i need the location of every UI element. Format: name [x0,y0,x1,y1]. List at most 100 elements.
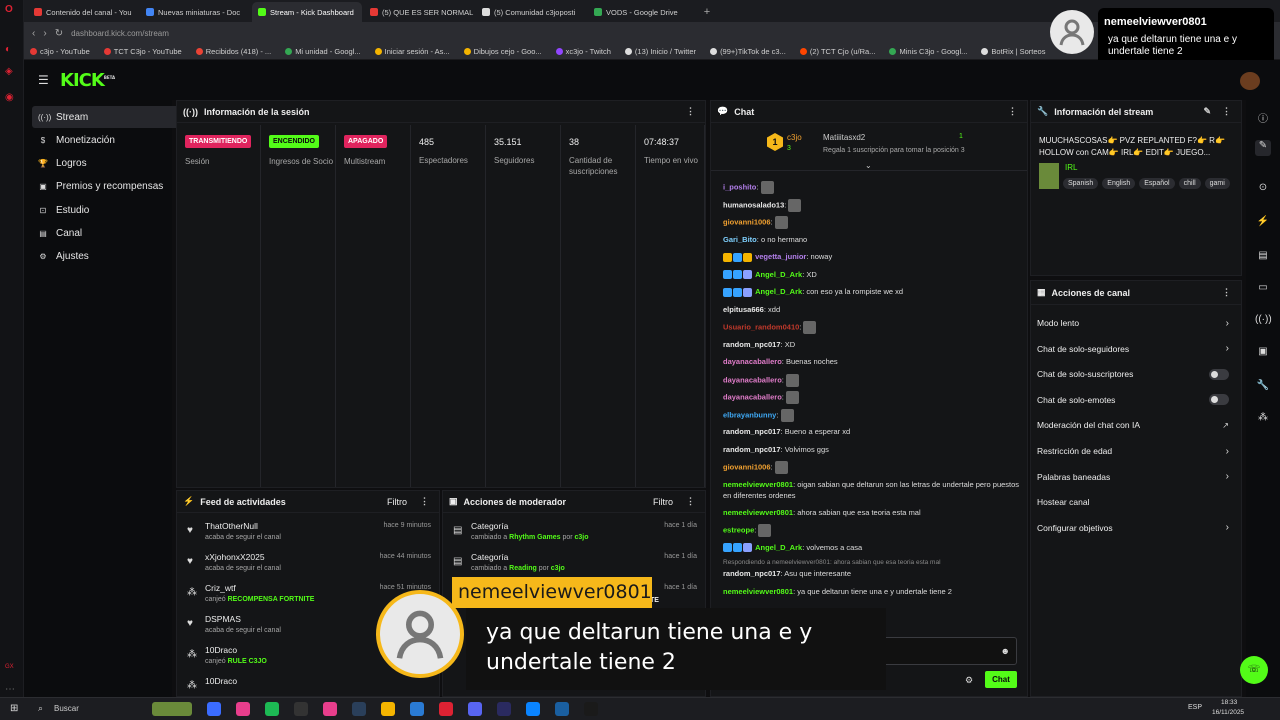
chat-message[interactable]: random_npc017: Asu que interesante [723,568,1023,579]
more-options-icon[interactable]: ⋮ [686,106,695,117]
chat-username[interactable]: random_npc017 [723,569,781,578]
chat-username[interactable]: giovanni1006 [723,217,771,226]
emoji-icon[interactable]: ☻ [1001,646,1010,656]
chat-username[interactable]: giovanni1006 [723,462,771,471]
sliders-icon[interactable]: ⁂ [1255,412,1271,428]
chat-message[interactable]: i_poshito: [723,181,1023,194]
chat-username[interactable]: Angel_D_Ark [755,270,802,279]
bookmark-item[interactable]: Dibujos cejo - Goo... [463,47,542,56]
edit-icon[interactable]: ✎ [1203,106,1211,117]
chat-username[interactable]: elbrayanbunny [723,410,776,419]
target-icon[interactable]: ⊙ [1255,182,1271,198]
sidebar-app-icon[interactable]: ◐ [5,44,19,58]
category-link[interactable]: Rhythm Games [509,534,560,541]
windows-start-icon[interactable]: ⊞ [10,703,18,714]
category-link[interactable]: Reading [509,565,537,572]
more-options-icon[interactable]: ⋮ [420,496,429,507]
sidebar-more-icon[interactable]: GX [5,664,19,678]
search-icon[interactable]: ⌕ [38,703,43,714]
sidebar-item-premios-y-recompensas[interactable]: ▣ Premios y recompensas [32,176,191,198]
steam-icon[interactable] [352,702,366,716]
bookmark-item[interactable]: Iniciar sesión - As... [374,47,450,56]
chat-username[interactable]: dayanacaballero [723,357,782,366]
premiere-icon[interactable] [497,702,511,716]
send-chat-button[interactable]: Chat [985,671,1017,688]
stream-tag[interactable]: gami [1204,178,1230,189]
clock-time[interactable]: 18:33 [1221,699,1237,706]
more-options-icon[interactable]: ⋮ [1222,287,1231,298]
bookmark-item[interactable]: Recibidos (418) - ... [195,47,271,56]
moderator-name[interactable]: c3jo [551,565,565,572]
chat-message[interactable]: elpitusa666: xdd [723,304,1023,315]
chat-message[interactable]: dayanacaballero: Buenas noches [723,356,1023,367]
bookmark-item[interactable]: Mi unidad - Googl... [285,47,361,56]
stream-tag[interactable]: Español [1139,178,1175,189]
language-indicator[interactable]: ESP [1188,704,1202,711]
taskbar-search[interactable]: Buscar [54,704,79,713]
file-explorer-icon[interactable] [381,702,395,716]
info-icon[interactable]: ⓘ [1255,110,1271,126]
bookmark-item[interactable]: xc3jo - Twitch [555,47,611,56]
opera-icon[interactable] [439,702,453,716]
bookmark-item[interactable]: c3jo - YouTube [30,47,90,56]
chat-message[interactable]: estreope: [723,524,1023,537]
channel-action-chat-de-solo-seguidores[interactable]: Chat de solo-seguidores › [1037,341,1235,357]
chat-username[interactable]: Angel_D_Ark [755,543,802,552]
new-tab-button[interactable]: + [700,5,714,19]
chat-username[interactable]: Usuario_random0410 [723,322,799,331]
discord-icon[interactable] [468,702,482,716]
bookmark-item[interactable]: BotRix | Sorteos [981,47,1045,56]
sidebar-item-estudio[interactable]: ⊡Estudio⌄ [32,199,191,221]
info-panel-icon[interactable]: ▣ [1255,346,1271,362]
bolt-icon[interactable]: ⚡ [1255,216,1271,232]
chat-username[interactable]: dayanacaballero [723,392,782,401]
menu-icon[interactable]: ☰ [38,73,50,87]
back-icon[interactable]: ‹ [32,28,35,39]
chat-message[interactable]: giovanni1006: [723,461,1023,474]
stream-tag[interactable]: chill [1178,178,1201,189]
chat-username[interactable]: Gari_Bito [723,235,757,244]
clipboard-icon[interactable]: ▤ [1255,250,1271,266]
category-name[interactable]: IRL [1065,163,1077,172]
feed-row[interactable]: ♥ xXjohonxX2025 acaba de seguir el canal ha… [185,552,435,582]
chat-username[interactable]: random_npc017 [723,340,781,349]
edit-icon[interactable]: ✎ [1255,140,1271,156]
support-chat-icon[interactable]: ☏ [1240,656,1268,684]
channel-action-restricci-n-de-edad[interactable]: Restricción de edad › [1037,443,1235,459]
feed-row[interactable]: ♥ ThatOtherNull acaba de seguir el canal ha… [185,521,435,551]
chat-username[interactable]: nemeelviewver0801 [723,587,793,596]
chat-message[interactable]: random_npc017: Bueno a esperar xd [723,426,1023,437]
browser-tab[interactable]: Stream - Kick Dashboard [252,2,362,22]
sidebar-item-monetizaci-n[interactable]: $Monetización⌄ [32,129,191,151]
browser-tab[interactable]: (5) QUE ES SER NORMAL [364,2,474,22]
kick-logo[interactable]: KICKBETA [60,70,115,91]
moderator-name[interactable]: c3jo [575,534,589,541]
bookmark-item[interactable]: (2) TCT Cjo (u/Ra... [799,47,875,56]
more-options-icon[interactable]: ⋮ [1008,106,1017,117]
channel-action-chat-de-solo-suscriptores[interactable]: Chat de solo-suscriptores [1037,366,1235,382]
browser-tab[interactable]: (5) Comunidad c3joposti [476,2,586,22]
chat-username[interactable]: vegetta_junior [755,252,806,261]
browser-tab[interactable]: Contenido del canal - You [28,2,138,22]
browser-tab[interactable]: VODS - Google Drive [588,2,698,22]
chat-username[interactable]: i_poshito [723,182,756,191]
sidebar-app-icon[interactable]: ◈ [5,66,19,80]
chat-username[interactable]: nemeelviewver0801 [723,508,793,517]
chat-message[interactable]: Angel_D_Ark: volvemos a casa [723,542,1023,553]
toggle-switch[interactable] [1209,368,1229,380]
spotify-icon[interactable] [265,702,279,716]
toggle-switch[interactable] [1209,394,1229,406]
chat-message[interactable]: giovanni1006: [723,216,1023,229]
chat-message[interactable]: Angel_D_Ark: con eso ya la rompiste we x… [723,286,1023,297]
chat-username[interactable]: Angel_D_Ark [755,287,802,296]
chat-message[interactable]: elbrayanbunny: [723,408,1023,422]
browser-tab[interactable]: Nuevas miniaturas - Doc [140,2,250,22]
chat-message[interactable]: Gari_Bito: o no hermano [723,234,1023,245]
forward-icon[interactable]: › [43,28,46,39]
collapse-icon[interactable]: ⌄ [865,161,872,170]
game-thumbnail-icon[interactable] [152,702,192,716]
bookmark-item[interactable]: TCT C3jo - YouTube [103,47,182,56]
chat-message[interactable]: humanosalado13: [723,198,1023,212]
chat-settings-icon[interactable]: ⚙ [965,675,973,686]
app-icon[interactable] [584,702,598,716]
